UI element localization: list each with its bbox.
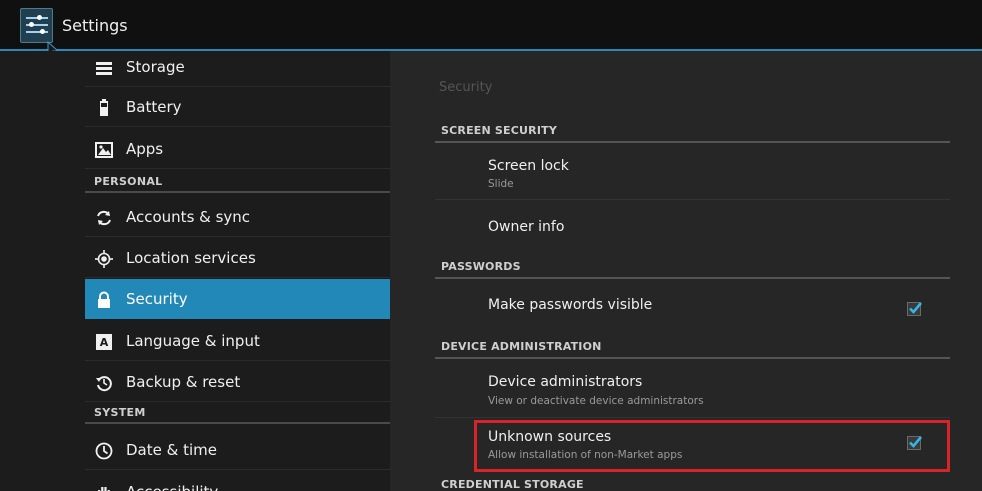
sidebar-item-apps[interactable]: Apps: [85, 129, 390, 169]
sidebar-item-accounts-sync[interactable]: Accounts & sync: [85, 197, 390, 237]
sidebar-item-accessibility[interactable]: Accessibility: [85, 472, 390, 491]
checkmark-icon: [909, 302, 922, 314]
settings-categories-panel: Storage Battery Apps PERSONAL Accounts &…: [0, 51, 390, 491]
unknown-sources-checkbox[interactable]: [907, 436, 922, 450]
row-summary: Allow installation of non-Market apps: [488, 449, 683, 461]
row-title: Device administrators: [488, 374, 643, 390]
row-summary: Slide: [488, 178, 514, 190]
sidebar-item-label: Security: [126, 290, 188, 308]
settings-sliders-icon[interactable]: [20, 8, 53, 43]
location-icon: [95, 250, 113, 268]
make-passwords-visible-row[interactable]: Make passwords visible: [435, 280, 950, 335]
lock-icon: [98, 291, 110, 308]
section-header-system: SYSTEM: [85, 404, 390, 424]
screen-lock-row[interactable]: Screen lock Slide: [435, 144, 950, 200]
apps-icon: [95, 142, 113, 158]
sidebar-item-label: Language & input: [126, 332, 260, 350]
security-settings-panel: Security SCREEN SECURITY Screen lock Sli…: [390, 51, 982, 491]
checkmark-icon: [909, 436, 922, 448]
sidebar-item-battery[interactable]: Battery: [85, 87, 390, 127]
make-passwords-visible-checkbox[interactable]: [907, 302, 922, 316]
sidebar-item-label: Accessibility: [126, 483, 218, 491]
sidebar-item-label: Location services: [126, 249, 256, 267]
action-bar: Settings: [0, 0, 982, 51]
sync-icon: [97, 210, 111, 226]
sidebar-item-label: Date & time: [126, 441, 217, 459]
clock-icon: [95, 442, 113, 460]
battery-icon: [100, 99, 108, 116]
device-administrators-row[interactable]: Device administrators View or deactivate…: [435, 361, 950, 418]
sidebar-item-label: Apps: [126, 140, 164, 158]
section-header-passwords: PASSWORDS: [435, 257, 950, 279]
language-icon: A: [96, 334, 112, 350]
row-title: Make passwords visible: [488, 297, 653, 313]
row-summary: View or deactivate device administrators: [488, 395, 704, 407]
row-title: Unknown sources: [488, 429, 612, 445]
storage-icon: [96, 62, 112, 75]
section-header-screen-security: SCREEN SECURITY: [435, 121, 950, 143]
unknown-sources-row[interactable]: Unknown sources Allow installation of no…: [435, 418, 950, 471]
sidebar-item-security[interactable]: Security: [85, 279, 390, 319]
sidebar-item-date-time[interactable]: Date & time: [85, 430, 390, 470]
sidebar-item-label: Accounts & sync: [126, 208, 251, 226]
section-header-device-administration: DEVICE ADMINISTRATION: [435, 337, 950, 359]
hand-icon: [98, 487, 110, 491]
section-header-credential-storage: CREDENTIAL STORAGE: [435, 475, 950, 491]
sidebar-item-storage[interactable]: Storage: [85, 51, 390, 87]
app-title: Settings: [62, 16, 128, 35]
owner-info-row[interactable]: Owner info: [435, 200, 950, 255]
sidebar-item-label: Backup & reset: [126, 373, 241, 391]
row-title: Owner info: [488, 219, 565, 235]
sidebar-item-label: Storage: [126, 58, 185, 76]
sidebar-item-label: Battery: [126, 98, 182, 116]
panel-title: Security: [439, 80, 493, 95]
backup-icon: [96, 376, 112, 392]
section-header-personal: PERSONAL: [85, 173, 390, 193]
sidebar-item-location-services[interactable]: Location services: [85, 238, 390, 278]
svg-text:A: A: [100, 336, 109, 349]
row-title: Screen lock: [488, 158, 569, 174]
sidebar-item-backup-reset[interactable]: Backup & reset: [85, 362, 390, 402]
sidebar-item-language-input[interactable]: A Language & input: [85, 321, 390, 361]
